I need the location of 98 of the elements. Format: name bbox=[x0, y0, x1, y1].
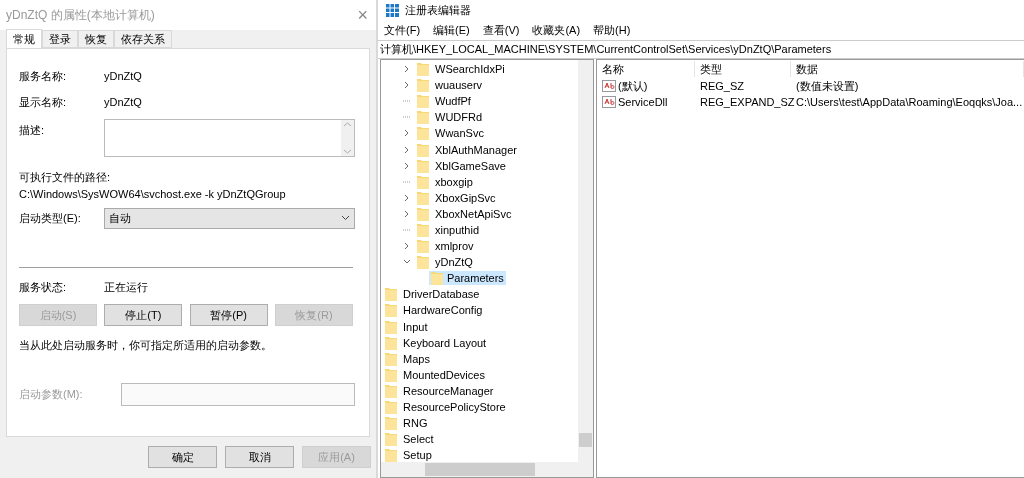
folder-icon bbox=[431, 271, 443, 286]
scrollbar-thumb[interactable] bbox=[579, 433, 592, 447]
field-label: 描述: bbox=[19, 123, 46, 138]
folder-icon bbox=[385, 335, 397, 350]
column-header[interactable]: 名称 bbox=[597, 61, 695, 77]
registry-key[interactable]: XboxNetApiSvc bbox=[433, 207, 514, 220]
field-label: 服务名称: bbox=[19, 68, 68, 84]
column-header[interactable]: 数据 bbox=[791, 61, 1024, 77]
folder-icon bbox=[385, 432, 397, 447]
value-data: (数值未设置) bbox=[795, 78, 860, 94]
registry-key[interactable]: Parameters bbox=[429, 271, 506, 286]
hint-text: 当从此处启动服务时，你可指定所适用的启动参数。 bbox=[19, 338, 273, 353]
registry-key[interactable]: ResourceManager bbox=[401, 384, 496, 397]
folder-icon bbox=[417, 239, 429, 254]
folder-icon bbox=[417, 206, 429, 221]
folder-icon bbox=[385, 400, 397, 414]
chevron-down-icon bbox=[341, 215, 350, 221]
folder-icon bbox=[417, 78, 429, 93]
registry-key[interactable]: HardwareConfig bbox=[401, 304, 485, 317]
folder-icon bbox=[385, 287, 397, 302]
executable-path: C:\Windows\SysWOW64\svchost.exe -k yDnZtQGroup bbox=[19, 188, 286, 200]
registry-key[interactable]: XboxGipSvc bbox=[433, 191, 498, 204]
tab[interactable]: 登录 bbox=[42, 30, 78, 48]
folder-icon bbox=[417, 158, 429, 173]
tab[interactable]: 常规 bbox=[6, 29, 42, 49]
display-name: yDnZtQ bbox=[104, 96, 142, 108]
service-button[interactable]: 暂停(P) bbox=[189, 304, 268, 326]
folder-icon bbox=[385, 416, 397, 431]
registry-key[interactable]: XblAuthManager bbox=[433, 143, 519, 156]
folder-icon bbox=[417, 174, 429, 189]
registry-key[interactable]: Input bbox=[401, 320, 430, 333]
chevron-right-icon[interactable] bbox=[403, 242, 411, 251]
vertical-scrollbar[interactable] bbox=[578, 60, 593, 462]
dialog-button[interactable]: 取消 bbox=[225, 446, 294, 468]
registry-key[interactable]: XblGameSave bbox=[433, 159, 508, 172]
folder-icon bbox=[417, 255, 429, 270]
service-button[interactable]: 停止(T) bbox=[104, 304, 183, 326]
value-type: REG_SZ bbox=[699, 80, 745, 92]
field-label: 启动参数(M): bbox=[19, 386, 84, 402]
field-label: 服务状态: bbox=[19, 279, 68, 295]
registry-icon bbox=[386, 3, 399, 17]
address-bar[interactable]: 计算机\HKEY_LOCAL_MACHINE\SYSTEM\CurrentControlSet\Services\yDnZtQ\Parameters bbox=[378, 40, 1024, 59]
horizontal-scrollbar[interactable] bbox=[381, 462, 593, 477]
menu-item[interactable]: 收藏夹(A) bbox=[532, 22, 581, 38]
folder-icon bbox=[385, 303, 397, 318]
folder-icon bbox=[417, 190, 429, 205]
menu-item[interactable]: 文件(F) bbox=[384, 22, 421, 38]
registry-key[interactable]: Maps bbox=[401, 352, 432, 365]
registry-key[interactable]: Select bbox=[401, 433, 436, 446]
folder-icon bbox=[417, 223, 429, 237]
registry-key[interactable]: WSearchIdxPi bbox=[433, 63, 507, 76]
field-label: 启动类型(E): bbox=[19, 210, 82, 226]
service-name: yDnZtQ bbox=[104, 70, 142, 82]
column-header[interactable]: 类型 bbox=[695, 61, 791, 77]
registry-key[interactable]: xinputhid bbox=[433, 224, 482, 236]
tree-line-icon bbox=[403, 226, 411, 234]
value-name: ServiceDll bbox=[618, 96, 668, 108]
scrollbar-thumb[interactable] bbox=[425, 463, 535, 476]
registry-key[interactable]: yDnZtQ bbox=[433, 256, 475, 269]
folder-icon bbox=[385, 367, 397, 382]
folder-icon bbox=[417, 94, 429, 109]
folder-icon bbox=[385, 383, 397, 398]
close-button[interactable]: × bbox=[357, 4, 370, 26]
dialog-button[interactable]: 确定 bbox=[148, 446, 217, 468]
value-data: C:\Users\test\AppData\Roaming\Eoqqks\Joa... bbox=[795, 96, 1024, 108]
window-title: 注册表编辑器 bbox=[405, 2, 471, 18]
registry-key[interactable]: xboxgip bbox=[433, 175, 475, 188]
window-title: yDnZtQ 的属性(本地计算机) bbox=[6, 6, 155, 24]
service-status: 正在运行 bbox=[104, 279, 148, 295]
registry-key[interactable]: WudfPf bbox=[433, 95, 473, 108]
menu-item[interactable]: 帮助(H) bbox=[593, 22, 631, 38]
tab[interactable]: 依存关系 bbox=[114, 30, 172, 48]
registry-key[interactable]: Keyboard Layout bbox=[401, 336, 489, 349]
menu-item[interactable]: 查看(V) bbox=[482, 22, 520, 38]
tab[interactable]: 恢复 bbox=[78, 30, 114, 48]
value-name: (默认) bbox=[618, 78, 648, 94]
string-value-icon bbox=[602, 80, 616, 92]
field-label: 可执行文件的路径: bbox=[19, 170, 111, 185]
field-label: 显示名称: bbox=[19, 94, 68, 110]
registry-key[interactable]: DriverDatabase bbox=[401, 288, 482, 301]
registry-key[interactable]: wuauserv bbox=[433, 79, 485, 92]
folder-icon bbox=[385, 351, 397, 366]
folder-icon bbox=[417, 126, 429, 141]
folder-icon bbox=[385, 448, 397, 462]
folder-icon bbox=[417, 142, 429, 157]
startup-type-dropdown[interactable]: 自动 bbox=[104, 207, 355, 229]
menu-item[interactable]: 编辑(E) bbox=[433, 22, 470, 38]
registry-key[interactable]: ResourcePolicyStore bbox=[401, 401, 508, 413]
registry-key[interactable]: RNG bbox=[401, 417, 430, 430]
registry-key[interactable]: MountedDevices bbox=[401, 368, 487, 381]
registry-key[interactable]: WUDFRd bbox=[433, 111, 485, 124]
folder-icon bbox=[417, 62, 429, 77]
registry-key[interactable]: Setup bbox=[401, 449, 434, 462]
string-value-icon bbox=[602, 96, 616, 108]
folder-icon bbox=[417, 110, 429, 125]
registry-key[interactable]: xmlprov bbox=[433, 240, 476, 253]
registry-key[interactable]: WwanSvc bbox=[433, 127, 486, 140]
folder-icon bbox=[385, 319, 397, 334]
